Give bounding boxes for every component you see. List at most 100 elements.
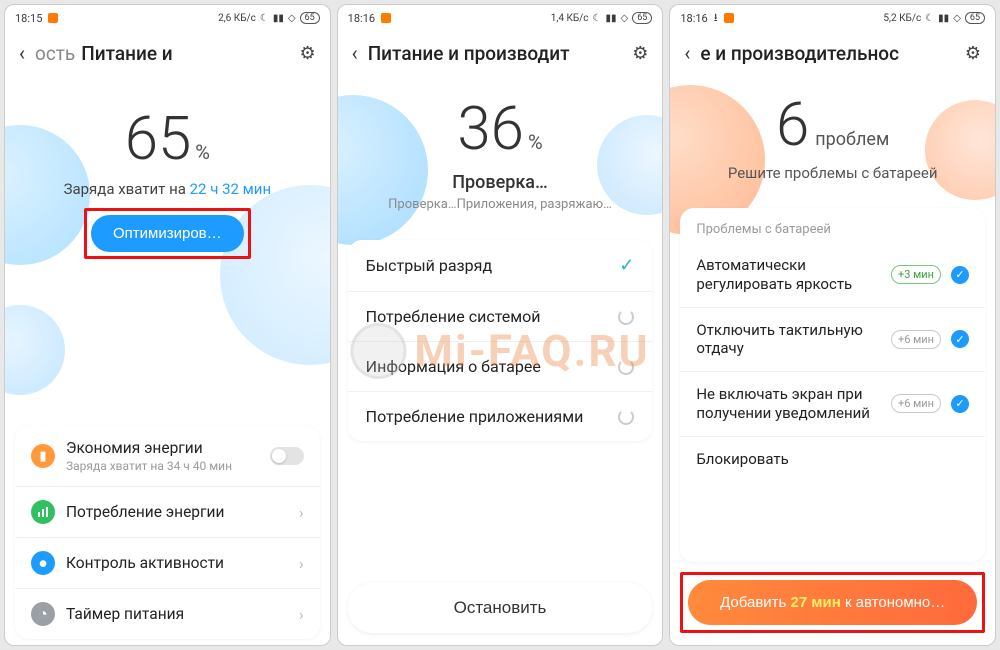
clock-icon: ◔ [31, 602, 55, 626]
chevron-right-icon: › [299, 503, 304, 522]
problem-word: проблем [815, 129, 889, 150]
battery-hero: 65% Заряда хватит на 22 ч 32 мин Оптимиз… [5, 75, 330, 269]
spinner-icon [618, 359, 634, 375]
download-icon: ⭳ [714, 9, 718, 28]
power-saver-toggle[interactable] [270, 447, 304, 465]
row-power-saver[interactable]: ▮ Экономия энергии Заряда хватит на 34 ч… [15, 426, 320, 487]
battery-pill: 65 [632, 12, 652, 24]
back-icon[interactable]: ‹ [352, 41, 358, 65]
back-icon[interactable]: ‹ [19, 41, 25, 65]
gear-icon[interactable]: ⚙ [632, 43, 648, 64]
battery-percent-value: 65 [125, 103, 192, 174]
problem-row-lock[interactable]: Блокировать [680, 437, 985, 482]
moon-icon: ☾ [593, 13, 602, 24]
status-net: 1,4 КБ/с [551, 13, 589, 24]
moon-icon: ☾ [260, 13, 269, 24]
time-gain-badge: +6 мин [891, 330, 941, 349]
check-label: Потребление системой [366, 307, 541, 326]
check-row-app-usage: Потребление приложениями [348, 392, 653, 441]
scan-substatus: Проверка…Приложения, разряжаю… [348, 197, 653, 212]
problems-card: Проблемы с батареей Автоматически регули… [680, 208, 985, 562]
check-row-fast-drain: Быстрый разряд ✓ [348, 240, 653, 292]
info-icon: ● [31, 551, 55, 575]
chevron-right-icon: › [299, 605, 304, 624]
scan-status: Проверка… [348, 172, 653, 193]
check-label: Информация о батарее [366, 357, 541, 376]
check-row-system-usage: Потребление системой [348, 292, 653, 342]
status-net: 2,6 КБ/с [218, 13, 256, 24]
spinner-icon [618, 309, 634, 325]
notification-icon [381, 13, 391, 23]
screen-battery-main: 18:15 2,6 КБ/с ☾ ▮▮ ◇ 65 ‹ ость Питание … [4, 4, 331, 646]
battery-pill: 65 [965, 12, 985, 24]
status-bar: 18:16 1,4 КБ/с ☾ ▮▮ ◇ 65 [338, 5, 663, 31]
checked-icon[interactable]: ✓ [951, 330, 969, 348]
problems-hero: 6 проблем Решите проблемы с батареей [670, 75, 995, 192]
screen-battery-problems: 18:16 ⭳ 5,2 КБ/с ☾ ▮▮ ◇ 65 ‹ е и произво… [669, 4, 996, 646]
optimize-button[interactable]: Оптимизиров… [91, 215, 244, 252]
battery-estimate: Заряда хватит на 22 ч 32 мин [15, 180, 320, 198]
signal-icon: ▮▮ [606, 13, 617, 24]
row-title: Потребление энергии [66, 503, 288, 521]
gear-icon[interactable]: ⚙ [965, 43, 981, 64]
row-title: Контроль активности [66, 554, 288, 572]
scan-hero: 36% Проверка… Проверка…Приложения, разря… [338, 75, 663, 222]
percent-sign: % [195, 140, 210, 164]
status-bar: 18:15 2,6 КБ/с ☾ ▮▮ ◇ 65 [5, 5, 330, 31]
highlight-box: Оптимизиров… [84, 208, 251, 259]
problems-card-header: Проблемы с батареей [680, 208, 985, 243]
notification-icon [48, 13, 58, 23]
chart-icon [31, 500, 55, 524]
check-label: Быстрый разряд [366, 256, 492, 275]
page-header: ‹ е и производительнос ⚙ [670, 31, 995, 75]
back-icon[interactable]: ‹ [684, 41, 690, 65]
problem-row-haptics[interactable]: Отключить тактильную отдачу +6 мин ✓ [680, 308, 985, 373]
signal-icon: ▮▮ [273, 13, 284, 24]
percent-sign: % [528, 130, 543, 154]
problem-row-wake-screen[interactable]: Не включать экран при получении уведомле… [680, 372, 985, 437]
problems-subtitle: Решите проблемы с батареей [680, 164, 985, 182]
page-header: ‹ ость Питание и ⚙ [5, 31, 330, 75]
check-label: Потребление приложениями [366, 407, 584, 426]
gear-icon[interactable]: ⚙ [300, 43, 316, 64]
row-title: Экономия энергии [66, 439, 259, 457]
row-power-usage[interactable]: Потребление энергии › [15, 487, 320, 538]
checked-icon[interactable]: ✓ [951, 266, 969, 284]
settings-list: ▮ Экономия энергии Заряда хватит на 34 ч… [15, 426, 320, 639]
spinner-icon [618, 409, 634, 425]
chevron-right-icon: › [299, 554, 304, 573]
row-subtitle: Заряда хватит на 34 ч 40 мин [66, 459, 259, 473]
row-title: Таймер питания [66, 605, 288, 623]
battery-pill: 65 [300, 12, 320, 24]
wifi-icon: ◇ [953, 13, 961, 24]
problem-text: Не включать экран при получении уведомле… [696, 385, 881, 423]
page-title: е и производительнос [700, 42, 955, 65]
check-icon: ✓ [619, 255, 634, 276]
highlight-box: Добавить 27 мин к автономно… [680, 572, 985, 633]
status-time: 18:16 [348, 12, 375, 25]
page-title: Питание и [81, 42, 289, 65]
wifi-icon: ◇ [288, 13, 296, 24]
check-row-battery-info: Информация о батарее [348, 342, 653, 392]
prev-title-fragment: ость [35, 42, 75, 65]
checked-icon[interactable]: ✓ [951, 395, 969, 413]
problem-text: Автоматически регулировать яркость [696, 256, 881, 294]
signal-icon: ▮▮ [938, 13, 949, 24]
time-gain-badge: +3 мин [891, 265, 941, 284]
status-time: 18:15 [15, 12, 42, 25]
problem-count: 6 [776, 89, 809, 160]
apply-fixes-button[interactable]: Добавить 27 мин к автономно… [688, 580, 977, 625]
scan-progress-value: 36 [457, 93, 524, 164]
row-activity-control[interactable]: ● Контроль активности › [15, 538, 320, 589]
notification-icon [724, 13, 734, 23]
battery-icon: ▮ [31, 444, 55, 468]
wifi-icon: ◇ [621, 13, 629, 24]
problem-row-brightness[interactable]: Автоматически регулировать яркость +3 ми… [680, 243, 985, 308]
page-header: ‹ Питание и производит ⚙ [338, 31, 663, 75]
status-bar: 18:16 ⭳ 5,2 КБ/с ☾ ▮▮ ◇ 65 [670, 5, 995, 31]
row-power-timer[interactable]: ◔ Таймер питания › [15, 589, 320, 639]
time-gain-badge: +6 мин [891, 394, 941, 413]
problem-text: Отключить тактильную отдачу [696, 321, 881, 359]
stop-button[interactable]: Остановить [348, 583, 653, 633]
page-title: Питание и производит [368, 42, 623, 65]
